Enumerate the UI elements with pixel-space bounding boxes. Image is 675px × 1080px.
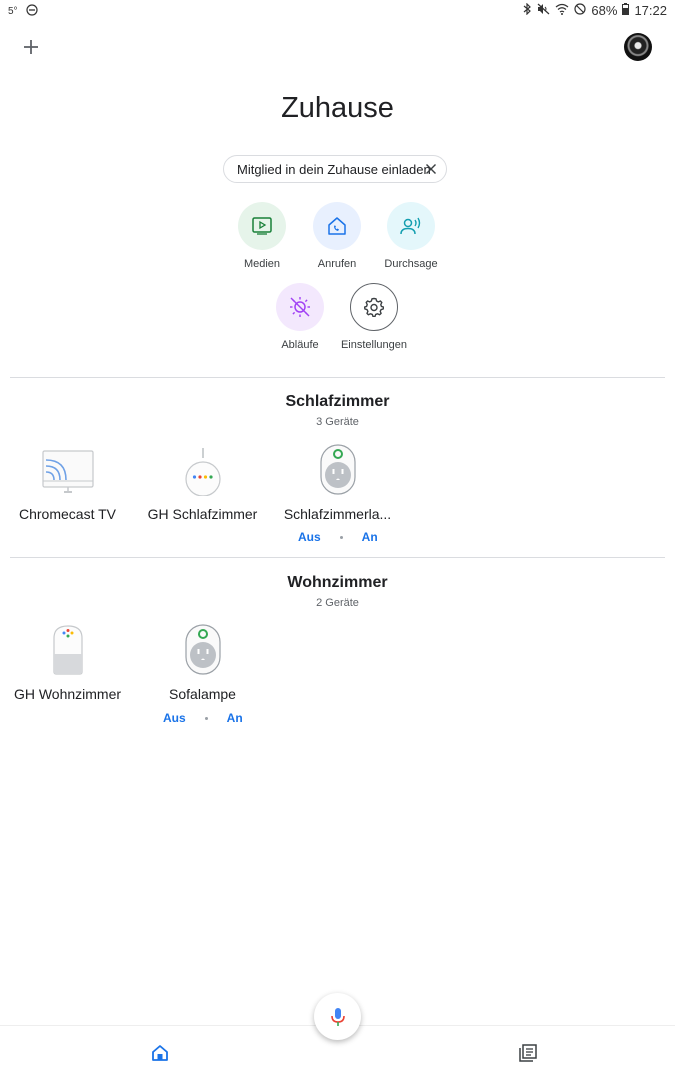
device-name: GH Wohnzimmer	[13, 686, 122, 702]
divider	[10, 377, 665, 378]
nav-feed[interactable]	[517, 1042, 539, 1064]
battery-icon	[622, 3, 630, 18]
status-bar: 5° 68% 17:22	[0, 0, 675, 22]
voice-assistant-button[interactable]	[314, 993, 361, 1040]
room-device-count: 2 Geräte	[316, 597, 359, 609]
microphone-icon	[330, 1007, 345, 1026]
device-schlafzimmerlampe[interactable]: Schlafzimmerla...	[270, 440, 405, 522]
close-icon[interactable]	[423, 161, 439, 177]
action-einstellungen[interactable]: Einstellungen	[329, 283, 419, 351]
divider	[10, 557, 665, 558]
media-play-icon	[238, 202, 286, 250]
google-home-mini-icon	[135, 440, 270, 496]
on-button[interactable]: An	[227, 711, 243, 725]
wifi-icon	[555, 3, 569, 18]
broadcast-icon	[387, 202, 435, 250]
home-icon	[152, 1045, 168, 1061]
action-label: Durchsage	[384, 258, 438, 270]
invite-member-chip[interactable]: Mitglied in dein Zuhause einladen	[223, 155, 447, 183]
device-sofalampe[interactable]: Sofalampe	[135, 620, 270, 702]
device-name: Sofalampe	[169, 686, 236, 702]
add-button[interactable]	[18, 34, 44, 60]
settings-icon	[350, 283, 398, 331]
blocked-icon	[574, 3, 587, 18]
bluetooth-icon	[522, 2, 532, 18]
device-gh-schlafzimmer[interactable]: GH Schlafzimmer	[135, 440, 270, 522]
page-title: Zuhause	[281, 92, 394, 124]
device-gh-wohnzimmer[interactable]: GH Wohnzimmer	[0, 620, 135, 702]
do-not-disturb-icon	[25, 4, 38, 19]
call-home-icon	[313, 202, 361, 250]
smart-plug-icon	[135, 620, 270, 676]
room-title-wohnzimmer: Wohnzimmer	[287, 574, 388, 591]
action-durchsage[interactable]: Durchsage	[366, 202, 456, 270]
power-toggle-row: Aus An	[163, 711, 243, 725]
invite-member-label: Mitglied in dein Zuhause einladen	[237, 161, 431, 177]
off-button[interactable]: Aus	[298, 530, 321, 544]
separator-dot	[339, 535, 343, 539]
off-button[interactable]: Aus	[163, 711, 186, 725]
nav-home[interactable]	[149, 1042, 171, 1064]
power-toggle-row: Aus An	[298, 530, 378, 544]
feed-icon	[519, 1044, 537, 1062]
device-name: Schlafzimmerla...	[283, 506, 392, 522]
google-home-speaker-icon	[0, 620, 135, 676]
room-device-count: 3 Geräte	[316, 416, 359, 428]
plus-icon	[24, 40, 38, 54]
chromecast-tv-icon	[0, 440, 135, 496]
smart-plug-icon	[270, 440, 405, 496]
battery-percent: 68%	[591, 3, 618, 18]
separator-dot	[204, 716, 208, 720]
device-name: GH Schlafzimmer	[147, 506, 258, 522]
routines-icon	[276, 283, 324, 331]
temperature-text: 5°	[8, 6, 18, 17]
room-title-schlafzimmer: Schlafzimmer	[285, 393, 390, 410]
on-button[interactable]: An	[362, 530, 378, 544]
device-chromecast-tv[interactable]: Chromecast TV	[0, 440, 135, 522]
device-name: Chromecast TV	[19, 506, 116, 522]
clock-time: 17:22	[634, 3, 667, 18]
mute-icon	[537, 3, 550, 18]
avatar[interactable]	[624, 33, 652, 61]
action-label: Einstellungen	[340, 339, 408, 351]
